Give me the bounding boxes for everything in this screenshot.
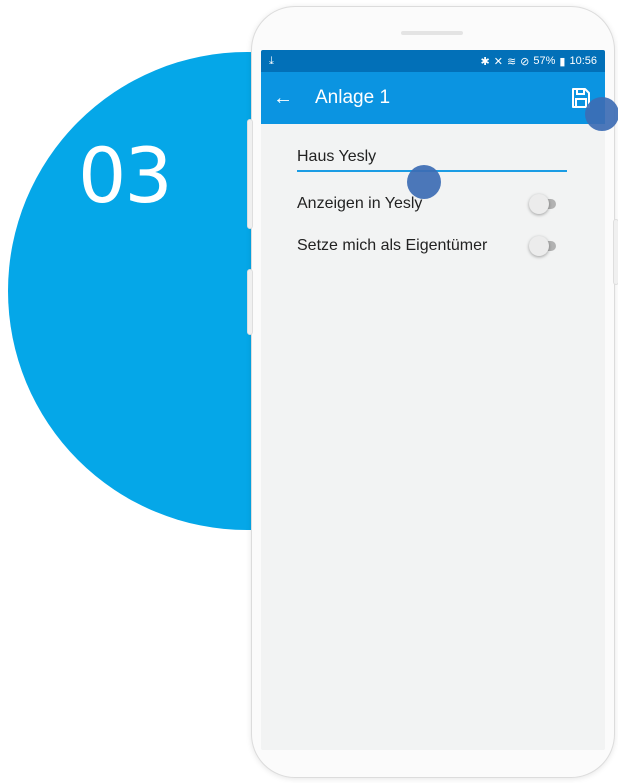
show-in-yesly-switch[interactable] [529, 194, 559, 214]
wifi-icon: ≋ [506, 55, 517, 68]
status-bar: ⤓ ✱ ✕ ≋ ⊘ 57% ▮ 10:56 [261, 50, 605, 72]
mute-icon: ✕ [493, 55, 503, 68]
phone-power-button [613, 219, 618, 285]
do-not-disturb-icon: ⊘ [520, 55, 530, 68]
bluetooth-icon: ✱ [480, 55, 490, 68]
switch-thumb [529, 236, 549, 256]
touch-indicator-input [407, 165, 441, 199]
phone-bixby-button [247, 269, 253, 335]
phone-volume-button [247, 119, 253, 229]
toggle-label: Anzeigen in Yesly [297, 195, 423, 212]
page-title: Anlage 1 [315, 87, 391, 108]
touch-indicator-save [585, 97, 618, 131]
download-icon: ⤓ [269, 54, 274, 67]
phone-frame: ⤓ ✱ ✕ ≋ ⊘ 57% ▮ 10:56 ← Anlage 1 Haus Ye… [247, 6, 618, 778]
phone-speaker [401, 31, 463, 35]
status-icons: ✱ ✕ ≋ ⊘ 57% ▮ 10:56 [481, 55, 598, 68]
app-bar: ← Anlage 1 [261, 72, 605, 124]
set-owner-switch[interactable] [529, 236, 559, 256]
toggle-row-set-owner: Setze mich als Eigentümer [297, 236, 559, 256]
toggle-label: Setze mich als Eigentümer [297, 237, 488, 254]
back-arrow-icon[interactable]: ← [273, 87, 303, 110]
battery-icon: ▮ [559, 55, 566, 68]
step-number: 03 [78, 131, 173, 220]
clock: 10:56 [569, 55, 597, 67]
phone-screen: ⤓ ✱ ✕ ≋ ⊘ 57% ▮ 10:56 ← Anlage 1 Haus Ye… [261, 50, 605, 750]
battery-percent: 57% [533, 55, 556, 67]
switch-thumb [529, 194, 549, 214]
